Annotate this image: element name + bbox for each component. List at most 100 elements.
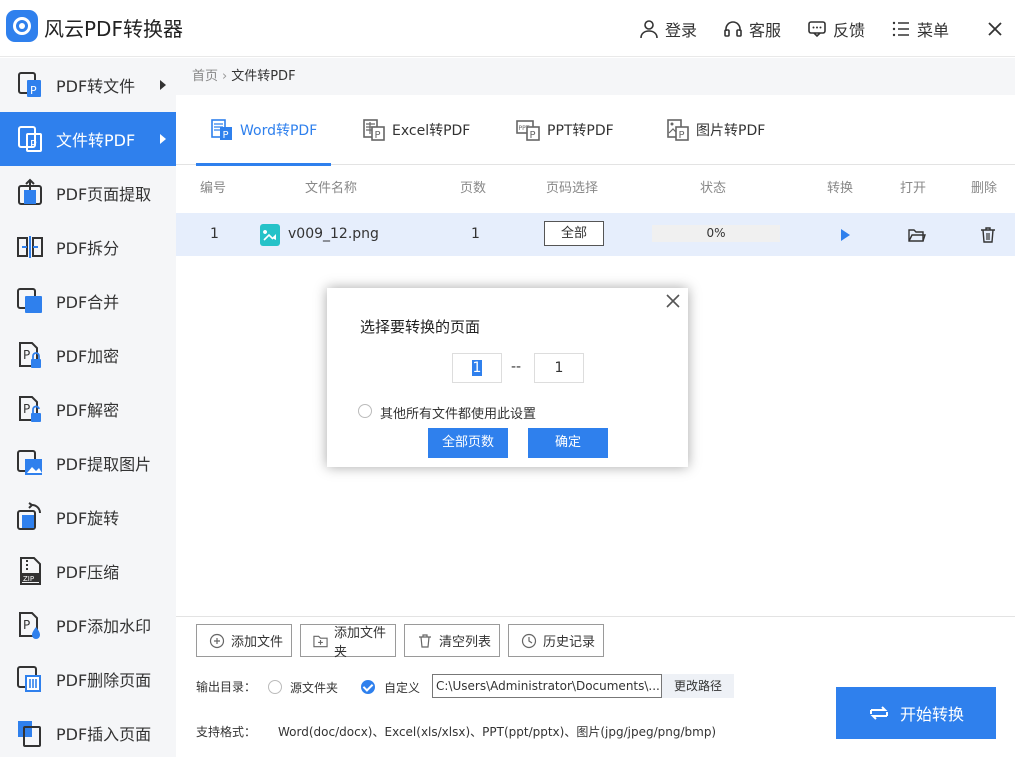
sidebar-item-extract-images[interactable]: PDF提取图片 <box>0 436 176 490</box>
add-folder-button[interactable]: 添加文件夹 <box>300 624 396 660</box>
history-label: 历史记录 <box>543 635 596 650</box>
page-from-input[interactable]: 1 <box>452 353 502 383</box>
sidebar-item-compress[interactable]: ZIP PDF压缩 <box>0 544 176 598</box>
title-bar: 风云PDF转换器 登录 客服 反馈 菜单 <box>0 0 1015 57</box>
clear-list-label: 清空列表 <box>439 635 492 650</box>
svg-text:P: P <box>223 130 229 141</box>
sidebar-item-label: PDF加密 <box>56 347 120 366</box>
support-label: 客服 <box>748 20 781 40</box>
formats-label: 支持格式： <box>196 725 257 739</box>
app-title: 风云PDF转换器 <box>44 17 183 41</box>
sidebar-item-insert-pages[interactable]: PDF插入页面 <box>0 706 176 757</box>
tab-image-to-pdf[interactable]: P 图片转PDF <box>652 95 779 165</box>
zip-icon: ZIP <box>20 557 41 585</box>
lock-icon: P <box>19 342 41 368</box>
sidebar-item-rotate[interactable]: PDF旋转 <box>0 490 176 544</box>
radio-source-folder[interactable] <box>268 680 282 694</box>
open-folder-button[interactable] <box>907 225 927 245</box>
row-index: 1 <box>210 226 219 242</box>
menu-label: 菜单 <box>916 20 949 40</box>
table-row[interactable]: 1 v009_12.png 1 全部 0% <box>176 213 1015 256</box>
all-pages-button[interactable]: 全部页数 <box>428 428 508 458</box>
delete-row-button[interactable] <box>978 225 998 245</box>
dialog-title: 选择要转换的页面 <box>360 318 481 336</box>
column-header-status: 状态 <box>700 181 727 196</box>
menu-icon <box>892 21 909 36</box>
svg-text:P: P <box>679 130 685 141</box>
convert-play-button[interactable] <box>835 225 855 245</box>
output-path-field[interactable]: C:\Users\Administrator\Documents\... <box>432 674 662 698</box>
login-label: 登录 <box>664 20 697 40</box>
column-header-pages: 页数 <box>460 181 487 196</box>
start-convert-button[interactable]: 开始转换 <box>836 687 996 739</box>
insert-page-icon <box>18 721 41 747</box>
sidebar-item-merge[interactable]: PDF合并 <box>0 274 176 328</box>
image-extract-icon <box>17 450 42 475</box>
bottom-bar: 添加文件 添加文件夹 清空列表 历史记录 输出目录： 源文件夹 自定义 C:\U… <box>176 616 1015 757</box>
row-pages: 1 <box>471 226 480 242</box>
dialog-close-button[interactable] <box>664 292 682 310</box>
history-button[interactable]: 历史记录 <box>508 624 604 657</box>
page-select-button[interactable]: 全部 <box>544 221 604 246</box>
folder-plus-icon <box>313 635 328 647</box>
top-actions: 登录 客服 反馈 菜单 <box>639 0 1015 57</box>
breadcrumb-home[interactable]: 首页 <box>192 69 218 84</box>
radio-custom[interactable] <box>361 680 375 694</box>
add-file-button[interactable]: 添加文件 <box>196 624 292 657</box>
sidebar: P PDF转文件 P 文件转PDF PDF页面提取 PDF拆分 PDF合并 P … <box>0 58 176 757</box>
svg-text:P: P <box>23 618 30 632</box>
confirm-button[interactable]: 确定 <box>528 428 608 458</box>
change-path-button[interactable]: 更改路径 <box>662 674 734 698</box>
sidebar-item-label: PDF提取图片 <box>56 455 152 474</box>
sidebar-item-pdf-to-file[interactable]: P PDF转文件 <box>0 58 176 112</box>
add-folder-label: 添加文件夹 <box>334 625 387 660</box>
feedback-button[interactable]: 反馈 <box>807 17 865 41</box>
start-convert-label: 开始转换 <box>899 705 964 724</box>
apply-all-radio[interactable] <box>358 404 372 418</box>
user-icon <box>640 19 658 38</box>
tab-label: Word转PDF <box>240 123 318 139</box>
page-to-input[interactable]: 1 <box>534 353 584 383</box>
sidebar-item-watermark[interactable]: P PDF添加水印 <box>0 598 176 652</box>
file-to-pdf-icon: P <box>18 126 42 152</box>
window-close-button[interactable] <box>975 0 1015 57</box>
sidebar-item-delete-pages[interactable]: PDF删除页面 <box>0 652 176 706</box>
sidebar-item-label: PDF删除页面 <box>56 671 152 690</box>
tab-excel-to-pdf[interactable]: P Excel转PDF <box>348 95 484 165</box>
breadcrumb-current: 文件转PDF <box>231 69 296 84</box>
sidebar-item-label: PDF旋转 <box>56 509 120 528</box>
sidebar-item-split[interactable]: PDF拆分 <box>0 220 176 274</box>
tab-word-to-pdf[interactable]: P Word转PDF <box>196 95 332 166</box>
range-separator: -- <box>511 359 522 375</box>
breadcrumb-separator-icon: › <box>222 69 228 84</box>
page-from-value: 1 <box>471 360 483 376</box>
sidebar-item-page-extract[interactable]: PDF页面提取 <box>0 166 176 220</box>
sidebar-item-decrypt[interactable]: P PDF解密 <box>0 382 176 436</box>
output-directory-label: 输出目录： <box>196 680 257 694</box>
unlock-icon: P <box>19 396 41 422</box>
support-button[interactable]: 客服 <box>723 17 781 41</box>
word-doc-icon: P <box>211 119 232 141</box>
folder-open-icon <box>908 229 926 242</box>
watermark-icon: P <box>19 612 40 639</box>
svg-text:P: P <box>30 138 37 151</box>
chat-icon <box>808 20 826 37</box>
sidebar-item-encrypt[interactable]: P PDF加密 <box>0 328 176 382</box>
sidebar-item-label: PDF插入页面 <box>56 725 152 744</box>
page-select-dialog: 选择要转换的页面 1 -- 1 其他所有文件都使用此设置 全部页数 确定 <box>327 288 688 467</box>
svg-text:P: P <box>530 130 536 141</box>
conversion-tabs: P Word转PDF P Excel转PDF PPT P PPT转PDF P 图片… <box>176 95 1015 166</box>
breadcrumb: 首页 › 文件转PDF <box>176 58 1015 95</box>
menu-button[interactable]: 菜单 <box>891 17 949 41</box>
add-file-label: 添加文件 <box>231 635 284 650</box>
trash-icon <box>419 633 431 648</box>
tab-ppt-to-pdf[interactable]: PPT P PPT转PDF <box>501 95 628 165</box>
file-table-header: 编号 文件名称 页数 页码选择 状态 转换 打开 删除 <box>176 166 1015 212</box>
login-button[interactable]: 登录 <box>639 17 697 41</box>
sidebar-item-file-to-pdf[interactable]: P 文件转PDF <box>0 112 176 166</box>
sidebar-item-label: PDF解密 <box>56 401 120 420</box>
plus-circle-icon <box>209 633 225 648</box>
column-header-delete: 删除 <box>971 181 998 196</box>
clear-list-button[interactable]: 清空列表 <box>404 624 500 657</box>
supported-formats: 支持格式： Word(doc/docx)、Excel(xls/xlsx)、PPT(… <box>196 723 716 740</box>
